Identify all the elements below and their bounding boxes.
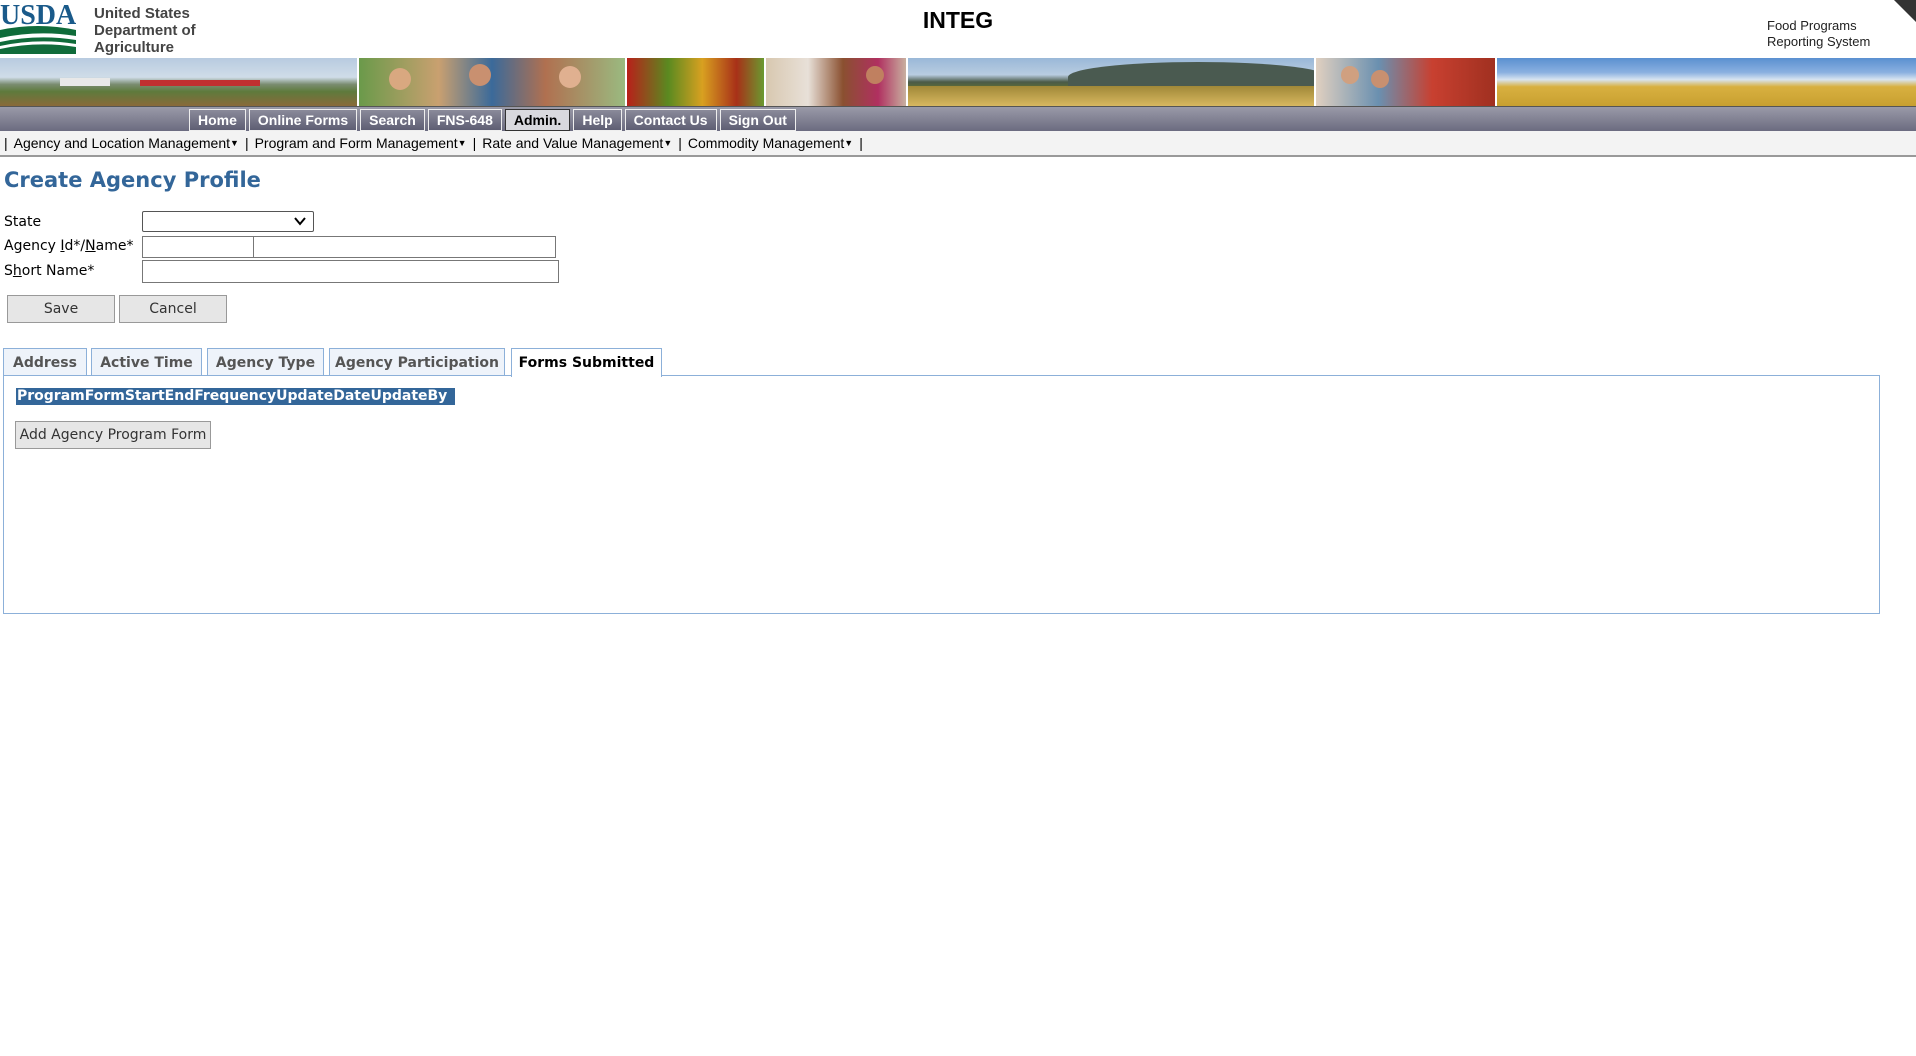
cancel-button[interactable]: Cancel [119,295,227,323]
forms-table-header: ProgramFormStartEndFrequencyUpdateDateUp… [16,388,456,405]
menu-rate-value-management[interactable]: Rate and Value Management▼ [476,135,678,151]
tab-agency-participation[interactable]: Agency Participation [329,348,505,376]
banner-family-image [359,58,627,106]
menu-program-form-management[interactable]: Program and Form Management▼ [249,135,473,151]
banner-wheat-field-image [1497,58,1916,106]
dropdown-caret-icon: ▼ [844,138,854,148]
forms-submitted-panel: ProgramFormStartEndFrequencyUpdateDateUp… [3,375,1880,614]
nav-fns-648[interactable]: FNS-648 [427,109,502,131]
agency-id-input[interactable] [142,236,254,258]
main-navigation: Home Online Forms Search FNS-648 Admin. … [0,106,1916,132]
nav-search[interactable]: Search [360,109,425,131]
nav-sign-out[interactable]: Sign Out [719,109,796,131]
corner-decoration [1894,0,1916,22]
banner-mountain-image [908,58,1316,106]
state-label: State [4,214,42,230]
nav-contact-us[interactable]: Contact Us [624,109,717,131]
banner-vegetables-image [627,58,766,106]
banner-farm-image [0,58,359,106]
state-select[interactable] [142,211,314,232]
short-name-input[interactable] [142,260,559,283]
nav-home[interactable]: Home [189,109,246,131]
nav-admin[interactable]: Admin. [504,109,571,131]
menu-commodity-management[interactable]: Commodity Management▼ [682,135,859,151]
agency-id-name-label: Agency Id*/Name* [4,238,134,254]
nav-online-forms[interactable]: Online Forms [248,109,358,131]
admin-sub-navigation: | Agency and Location Management▼ | Prog… [0,131,1916,157]
short-name-label: Short Name* [4,263,95,279]
menu-agency-location-management[interactable]: Agency and Location Management▼ [8,135,245,151]
banner-kitchen-image [766,58,908,106]
system-name: Food Programs Reporting System [1767,18,1871,49]
page-title: Create Agency Profile [4,168,261,192]
page-header: USDA United States Department of Agricul… [0,0,1916,58]
tab-address[interactable]: Address [3,348,87,376]
dropdown-caret-icon: ▼ [457,138,467,148]
tab-agency-type[interactable]: Agency Type [207,348,324,376]
banner-produce-image [1316,58,1497,106]
header-banner [0,58,1916,106]
menu-separator: | [859,135,863,151]
agency-name-input[interactable] [253,236,556,258]
dropdown-caret-icon: ▼ [663,138,673,148]
tab-forms-submitted[interactable]: Forms Submitted [511,348,662,377]
tab-active-time[interactable]: Active Time [91,348,202,376]
dropdown-caret-icon: ▼ [230,138,239,148]
environment-title: INTEG [922,7,994,33]
save-button[interactable]: Save [7,295,115,323]
chevron-down-icon [294,217,306,226]
nav-help[interactable]: Help [573,109,622,131]
add-agency-program-form-button[interactable]: Add Agency Program Form [15,421,211,449]
